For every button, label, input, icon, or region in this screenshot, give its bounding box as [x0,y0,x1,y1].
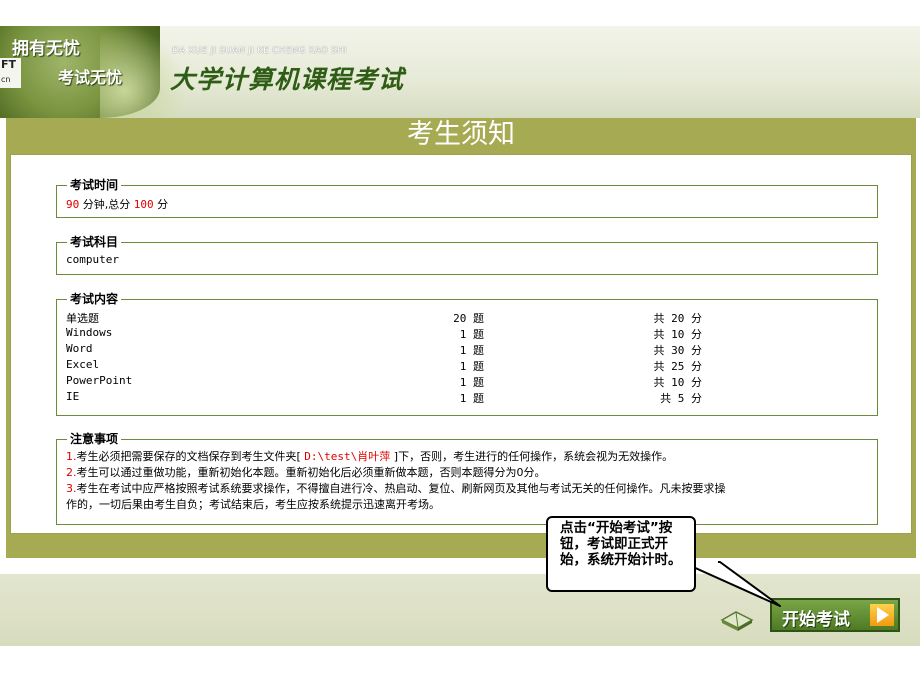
exam-score-unit: 分 [153,198,169,211]
content-row: Word 1 题 共 30 分 [66,342,866,358]
exam-minutes: 90 [66,198,80,211]
content-row-count: 1 题 [459,376,484,389]
content-row: 单选题 20 题 共 20 分 [66,310,866,326]
exam-instructions-window: 拥有无忧 考试无忧 FT cn DA XUE JI SUAN JI KE CHE… [0,0,920,690]
exam-content-section: 考试内容 单选题 20 题 共 20 分 Windows 1 题 共 10 分 … [56,292,878,416]
content-row-count: 1 题 [459,392,484,405]
panel-header: 考生须知 [16,118,906,154]
logo-text: FT [1,58,17,71]
app-title: 大学计算机课程考试 [170,65,405,94]
content-row: Excel 1 题 共 25 分 [66,358,866,374]
slogan-line-2: 考试无忧 [58,68,123,87]
content-row-score: 共 5 分 [660,392,702,405]
exam-subject-value: computer [66,253,119,266]
exam-minutes-unit: 分钟,总分 [79,198,134,211]
content-row-count: 1 题 [459,360,484,373]
content-row-count: 1 题 [459,344,484,357]
exam-subject-section: 考试科目 computer [56,235,878,275]
hint-callout: 点击“开始考试”按钮，考试即正式开始，系统开始计时。 [546,516,696,592]
content-row-count: 20 题 [453,312,484,325]
hint-callout-text: 点击“开始考试”按钮，考试即正式开始，系统开始计时。 [560,520,682,568]
content-row-score: 共 20 分 [653,312,703,325]
note-3-text-a: 考生在考试中应严格按照考试系统要求操作，不得擅自进行冷、热启动、复位、刷新网页及… [76,482,726,495]
note-3-number: 3. [66,482,77,495]
content-row-count: 1 题 [459,328,484,341]
content-row-name: Word [66,342,93,355]
note-3-text-b: 作的，一切后果由考生自负；考试结束后，考生应按系统提示迅速离开考场。 [66,498,440,511]
content-row-score: 共 25 分 [653,360,703,373]
note-1-text-b: ]下，否则，考生进行的任何操作，系统会视为无效操作。 [390,450,674,463]
content-row: PowerPoint 1 题 共 10 分 [66,374,866,390]
app-title-pinyin: DA XUE JI SUAN JI KE CHENG KAO SHI [172,46,347,56]
panel-title: 考生须知 [407,119,515,150]
content-row-score: 共 30 分 [653,344,703,357]
notes-legend: 注意事项 [67,432,122,446]
exam-content-legend: 考试内容 [67,292,122,306]
note-3: 3.考生在考试中应严格按照考试系统要求操作，不得擅自进行冷、热启动、复位、刷新网… [66,481,866,497]
note-1-path: D:\test\肖叶萍 [304,450,391,463]
content-row-name: IE [66,390,80,403]
content-row-name: PowerPoint [66,374,133,387]
header-banner: 拥有无忧 考试无忧 FT cn DA XUE JI SUAN JI KE CHE… [0,26,920,118]
content-row-score: 共 10 分 [653,376,703,389]
panel-body: 考试时间 90 分钟,总分 100 分 考试科目 computer 考试内容 单… [10,154,912,534]
content-row-score: 共 10 分 [653,328,703,341]
slogan-line-1: 拥有无忧 [12,39,80,59]
instructions-panel: 考生须知 考试时间 90 分钟,总分 100 分 考试科目 computer 考… [6,118,916,558]
note-2-number: 2. [66,466,77,479]
note-3-continued: 作的，一切后果由考生自负；考试结束后，考生应按系统提示迅速离开考场。 [66,497,866,513]
start-exam-label: 开始考试 [782,610,850,630]
logo: FT cn [0,58,21,88]
callout-pointer [681,560,781,607]
content-row-name: Windows [66,326,113,339]
exam-time-text: 90 分钟,总分 100 分 [66,196,168,212]
note-1: 1.考生必须把需要保存的文档保存到考生文件夹[ D:\test\肖叶萍 ]下，否… [66,449,866,465]
note-1-number: 1. [66,450,77,463]
exam-total-score: 100 [133,198,154,211]
note-1-text-a: 考生必须把需要保存的文档保存到考生文件夹[ [76,450,305,463]
exam-subject-legend: 考试科目 [67,235,122,249]
logo-subtext: cn [1,75,11,84]
content-row-name: 单选题 [66,312,99,325]
note-2: 2.考生可以通过重做功能，重新初始化本题。重新初始化后必须重新做本题，否则本题得… [66,465,866,481]
notes-section: 注意事项 1.考生必须把需要保存的文档保存到考生文件夹[ D:\test\肖叶萍… [56,432,878,525]
content-row: IE 1 题 共 5 分 [66,390,866,406]
content-row: Windows 1 题 共 10 分 [66,326,866,342]
note-2-text: 考生可以通过重做功能，重新初始化本题。重新初始化后必须重新做本题，否则本题得分为… [76,466,546,479]
content-row-name: Excel [66,358,100,371]
exam-time-section: 考试时间 90 分钟,总分 100 分 [56,178,878,218]
play-arrow-icon [870,604,894,626]
exam-time-legend: 考试时间 [67,178,122,192]
